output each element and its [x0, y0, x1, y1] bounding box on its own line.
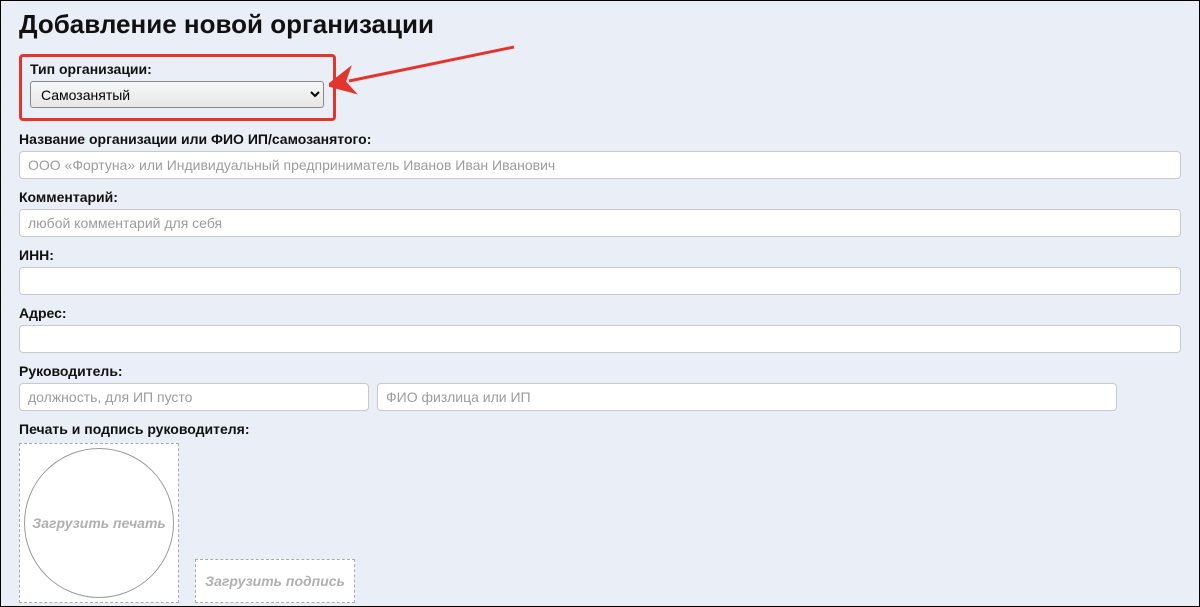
- comment-label: Комментарий:: [19, 189, 1181, 205]
- address-input[interactable]: [19, 325, 1181, 353]
- upload-signature-text: Загрузить подпись: [205, 573, 345, 589]
- head-position-input[interactable]: [19, 383, 369, 411]
- org-type-highlight: Тип организации: Самозанятый: [19, 54, 336, 121]
- address-label: Адрес:: [19, 305, 1181, 321]
- upload-stamp-button[interactable]: Загрузить печать: [19, 443, 179, 603]
- comment-input[interactable]: [19, 209, 1181, 237]
- page-title: Добавление новой организации: [19, 9, 1181, 40]
- org-type-select[interactable]: Самозанятый: [30, 81, 324, 108]
- stamp-circle-icon: Загрузить печать: [24, 448, 174, 598]
- org-type-label: Тип организации:: [30, 61, 325, 77]
- inn-input[interactable]: [19, 267, 1181, 295]
- upload-signature-button[interactable]: Загрузить подпись: [195, 559, 355, 603]
- upload-stamp-text: Загрузить печать: [32, 515, 165, 531]
- stamp-section-label: Печать и подпись руководителя:: [19, 421, 1181, 437]
- org-name-label: Название организации или ФИО ИП/самозаня…: [19, 131, 1181, 147]
- org-name-input[interactable]: [19, 151, 1181, 179]
- head-label: Руководитель:: [19, 363, 1181, 379]
- inn-label: ИНН:: [19, 247, 1181, 263]
- head-name-input[interactable]: [377, 383, 1117, 411]
